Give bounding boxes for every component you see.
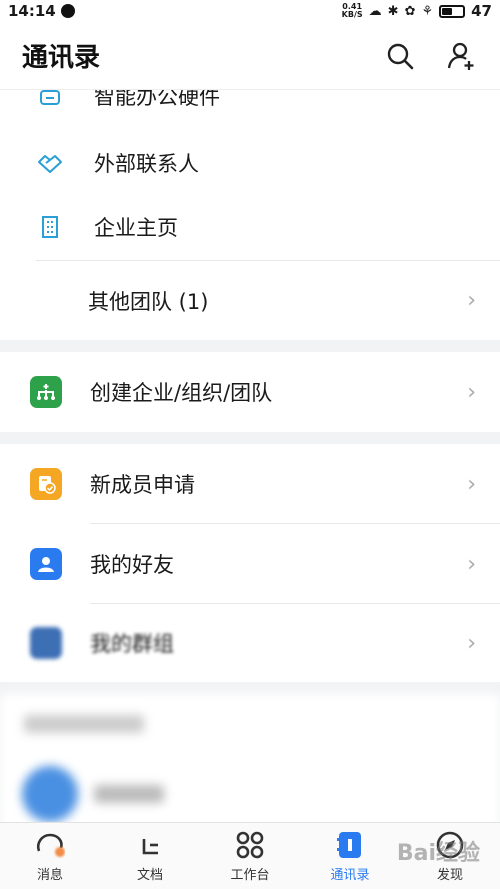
tab-contacts[interactable]: 通讯录 (300, 823, 400, 889)
contacts-icon (336, 828, 364, 862)
blurred-section (0, 694, 500, 822)
member-request-icon (30, 468, 62, 500)
app-notification-icon: ✱ (387, 3, 399, 19)
list-item-my-groups[interactable]: 我的群组 › (0, 604, 500, 682)
tab-label: 文档 (136, 868, 163, 883)
tab-label: 工作台 (230, 868, 270, 883)
enterprise-section: 智能办公硬件 外部联系人 企业主页 其他团队 (1) › (0, 90, 500, 340)
list-item-label: 我的好友 (90, 553, 174, 577)
battery-level: 47 (471, 2, 492, 20)
net-speed-unit: KB/S (341, 10, 363, 19)
chevron-right-icon: › (467, 551, 476, 577)
search-icon[interactable] (384, 40, 416, 72)
section-gap (0, 432, 500, 444)
tab-workbench[interactable]: 工作台 (200, 823, 300, 889)
workbench-icon (235, 828, 265, 862)
friend-icon (30, 548, 62, 580)
list-item-label: 企业主页 (94, 216, 178, 240)
status-time: 14:14 (8, 2, 56, 20)
tab-messages[interactable]: 消息 (0, 823, 100, 889)
handshake-icon (30, 143, 70, 183)
document-icon (136, 828, 164, 862)
status-right: 0.41 KB/S ☁ ✱ ✿ ⚘ 47 (342, 2, 492, 20)
list-item-my-friends[interactable]: 我的好友 › (0, 524, 500, 604)
org-tree-icon (30, 376, 62, 408)
list-item-enterprise-homepage[interactable]: 企业主页 (0, 194, 500, 260)
battery-icon (439, 4, 466, 18)
app-notification-icon: ⚘ (421, 3, 434, 19)
contacts-content: 智能办公硬件 外部联系人 企业主页 其他团队 (1) › 创建企业/组织/团队 … (0, 90, 500, 822)
net-speed: 0.41 KB/S (342, 3, 363, 19)
app-notification-icon: ☁ (368, 3, 382, 19)
list-item-new-member-request[interactable]: 新成员申请 › (0, 444, 500, 524)
tab-label: 通讯录 (330, 868, 370, 883)
chevron-right-icon: › (467, 288, 476, 313)
tab-documents[interactable]: 文档 (100, 823, 200, 889)
page-title: 通讯录 (22, 43, 101, 73)
chevron-right-icon: › (467, 630, 476, 656)
chevron-right-icon: › (467, 471, 476, 497)
building-icon (30, 207, 70, 247)
section-gap (0, 340, 500, 352)
section-gap (0, 682, 500, 694)
office-hardware-icon (30, 90, 70, 116)
personal-section: 新成员申请 › 我的好友 › 我的群组 › (0, 444, 500, 682)
add-contact-icon[interactable] (446, 40, 478, 72)
list-item-label: 外部联系人 (94, 152, 199, 176)
list-item-label: 创建企业/组织/团队 (90, 381, 273, 405)
watermark-text: Bai经验 (396, 841, 480, 866)
status-bar: 14:14 0.41 KB/S ☁ ✱ ✿ ⚘ 47 (0, 0, 500, 22)
app-notification-icon: ✿ (404, 3, 416, 19)
list-item-label: 新成员申请 (90, 473, 195, 497)
list-item-label: 其他团队 (1) (88, 289, 209, 314)
chevron-right-icon: › (467, 379, 476, 405)
list-item-office-hardware[interactable]: 智能办公硬件 (0, 90, 500, 132)
app-header: 通讯录 (0, 22, 500, 90)
list-item-create-organization[interactable]: 创建企业/组织/团队 › (0, 352, 500, 432)
tab-label: 消息 (36, 868, 63, 883)
list-item-label: 我的群组 (90, 632, 174, 656)
list-item-label: 智能办公硬件 (94, 90, 220, 109)
notification-icon (60, 4, 75, 18)
list-item-external-contacts[interactable]: 外部联系人 (0, 132, 500, 194)
list-item-other-teams[interactable]: 其他团队 (1) › (36, 260, 500, 340)
message-icon (35, 828, 65, 862)
group-icon (30, 627, 62, 659)
create-section: 创建企业/组织/团队 › (0, 352, 500, 432)
